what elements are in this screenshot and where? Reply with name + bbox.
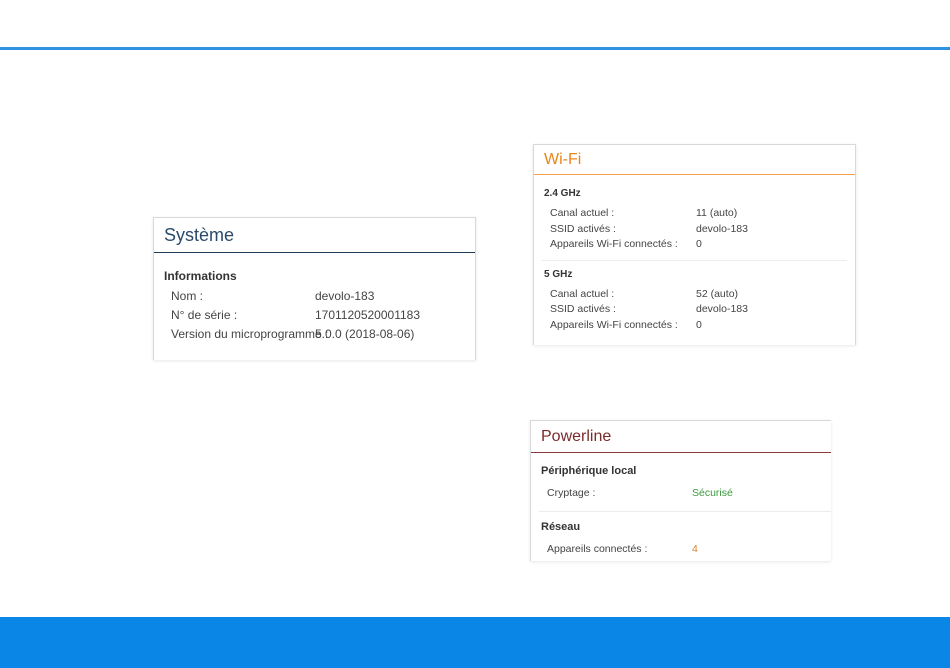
powerline-encryption-label: Cryptage : xyxy=(547,487,596,499)
system-serial-value: 1701120520001183 xyxy=(315,308,420,322)
wifi-5-ssid-value: devolo-183 xyxy=(696,303,748,315)
wifi-24-channel-value: 11 (auto) xyxy=(696,207,738,219)
wifi-24-ssid-value: devolo-183 xyxy=(696,222,748,235)
wifi-band-24-list: Canal actuel : 11 (auto) SSID activés : … xyxy=(534,207,855,254)
powerline-devices-count: 4 xyxy=(692,543,698,555)
wifi-24-ssid-row: SSID activés : devolo-183 xyxy=(534,223,855,239)
wifi-5-channel-label: Canal actuel : xyxy=(550,287,615,300)
wifi-panel-title: Wi-Fi xyxy=(534,145,855,175)
powerline-encryption-row: Cryptage : Sécurisé xyxy=(531,487,831,503)
wifi-5-clients-value: 0 xyxy=(696,318,702,331)
page: Système Informations Nom : devolo-183 N°… xyxy=(0,0,950,668)
wifi-5-clients-label: Appareils Wi-Fi connectés : xyxy=(550,318,678,331)
wifi-band-divider xyxy=(542,259,847,261)
wifi-panel: Wi-Fi 2.4 GHz Canal actuel : 11 (auto) S… xyxy=(533,144,856,345)
system-name-row: Nom : devolo-183 xyxy=(154,289,475,308)
powerline-local-heading: Périphérique local xyxy=(541,465,637,477)
system-name-label: Nom : xyxy=(171,289,204,303)
system-serial-label: N° de série : xyxy=(171,308,238,322)
powerline-encryption-status: Sécurisé xyxy=(692,487,733,499)
system-firmware-row: Version du microprogramme : 5.0.0 (2018-… xyxy=(154,327,475,346)
wifi-band-5-heading: 5 GHz xyxy=(544,268,573,280)
wifi-24-clients-value: 0 xyxy=(696,238,702,250)
header-divider xyxy=(0,47,950,50)
wifi-24-clients-label: Appareils Wi-Fi connectés : xyxy=(550,238,678,250)
system-panel: Système Informations Nom : devolo-183 N°… xyxy=(153,217,476,360)
wifi-24-channel-label: Canal actuel : xyxy=(550,207,615,219)
powerline-network-list: Appareils connectés : 4 xyxy=(531,543,831,559)
wifi-24-ssid-label: SSID activés : xyxy=(550,222,616,235)
system-panel-title: Système xyxy=(154,218,475,253)
powerline-devices-row: Appareils connectés : 4 xyxy=(531,543,831,559)
wifi-band-5-list: Canal actuel : 52 (auto) SSID activés : … xyxy=(534,288,855,335)
footer-bar xyxy=(0,617,950,668)
system-info-heading: Informations xyxy=(164,269,237,283)
powerline-network-heading: Réseau xyxy=(541,521,581,533)
wifi-24-channel-row: Canal actuel : 11 (auto) xyxy=(534,207,855,223)
wifi-5-clients-row: Appareils Wi-Fi connectés : 0 xyxy=(534,319,855,335)
system-serial-row: N° de série : 1701120520001183 xyxy=(154,308,475,327)
powerline-devices-label: Appareils connectés : xyxy=(547,543,648,555)
wifi-band-24-heading: 2.4 GHz xyxy=(544,188,581,199)
system-name-value: devolo-183 xyxy=(315,289,375,303)
powerline-local-list: Cryptage : Sécurisé xyxy=(531,487,831,503)
wifi-5-channel-row: Canal actuel : 52 (auto) xyxy=(534,288,855,304)
powerline-panel: Powerline Périphérique local Cryptage : … xyxy=(530,420,831,561)
wifi-24-clients-row: Appareils Wi-Fi connectés : 0 xyxy=(534,238,855,254)
wifi-5-channel-value: 52 (auto) xyxy=(696,287,739,300)
powerline-panel-title: Powerline xyxy=(531,421,831,453)
system-firmware-label: Version du microprogramme : xyxy=(171,327,329,341)
system-info-list: Nom : devolo-183 N° de série : 170112052… xyxy=(154,289,475,346)
system-firmware-value: 5.0.0 (2018-08-06) xyxy=(315,327,415,341)
wifi-5-ssid-row: SSID activés : devolo-183 xyxy=(534,303,855,319)
powerline-divider xyxy=(539,511,831,512)
wifi-5-ssid-label: SSID activés : xyxy=(550,303,616,315)
